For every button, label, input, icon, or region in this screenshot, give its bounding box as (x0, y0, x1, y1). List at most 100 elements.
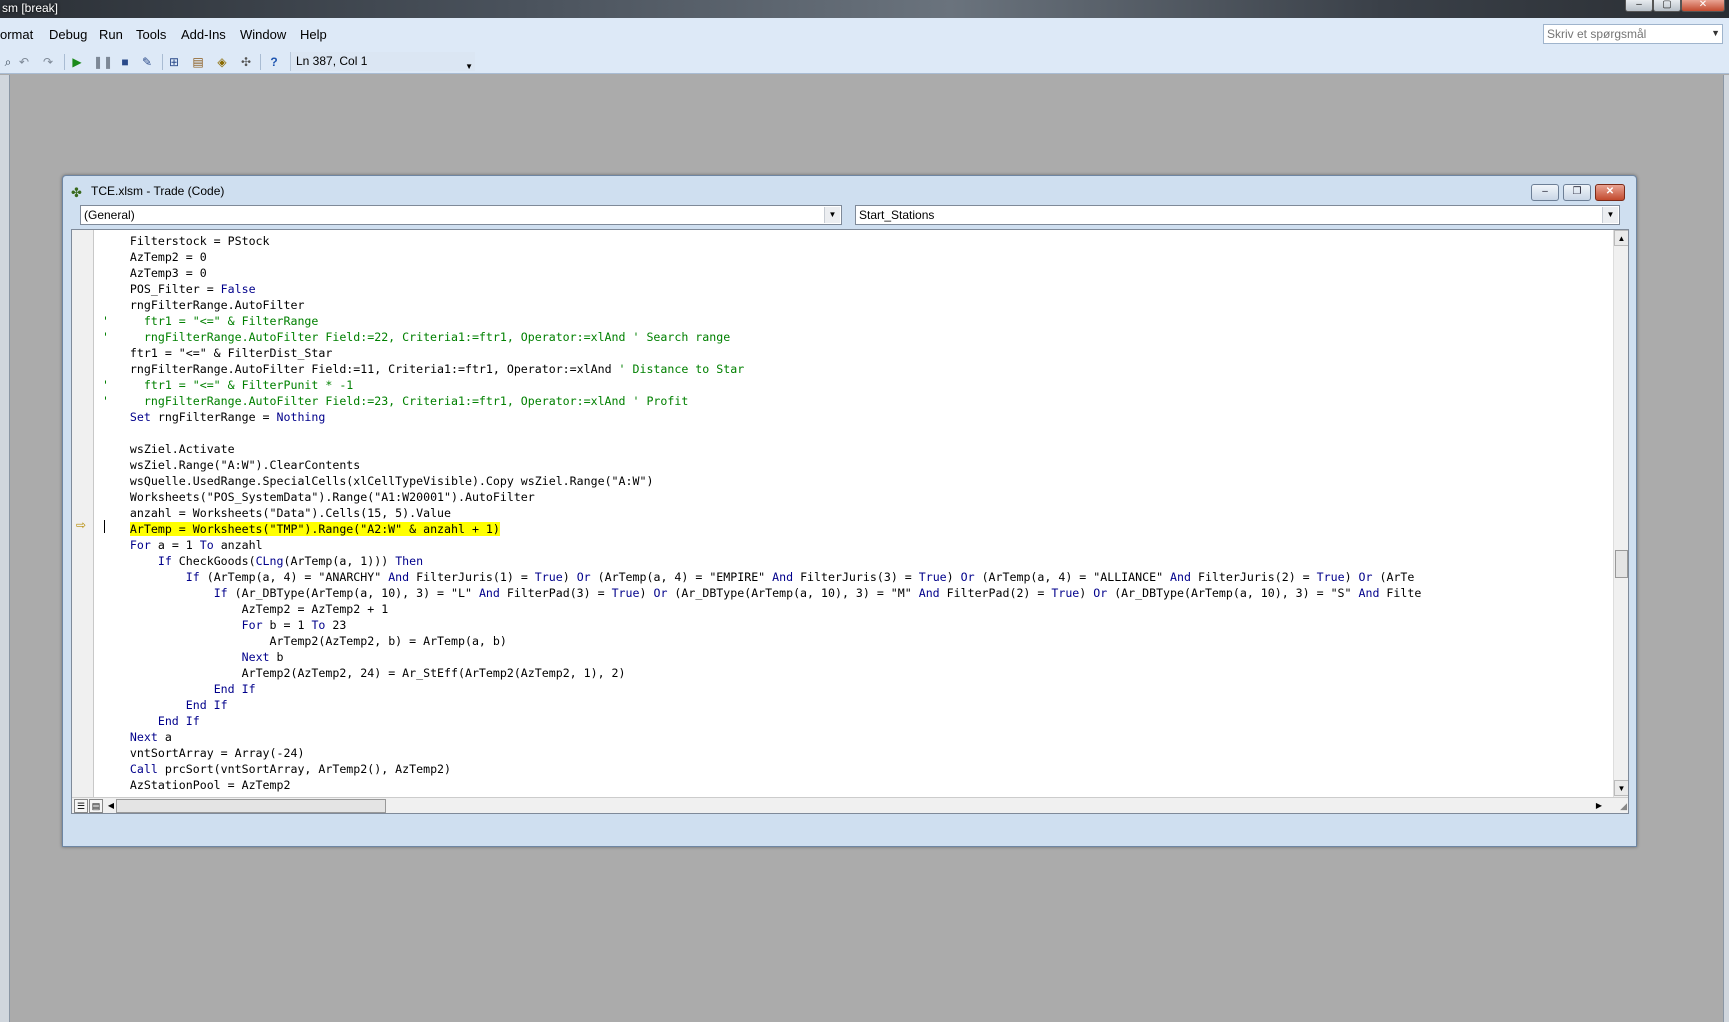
code-line[interactable]: End If (102, 681, 256, 697)
object-browser-icon[interactable]: ◈ (214, 54, 230, 70)
full-module-view-icon[interactable]: ▤ (89, 799, 103, 813)
code-line[interactable]: rngFilterRange.AutoFilter (102, 297, 305, 313)
code-line[interactable]: AzStationPool = AzTemp2 (102, 777, 291, 793)
vertical-scroll-thumb[interactable] (1615, 550, 1628, 578)
toolbox-icon[interactable]: ✣ (238, 54, 254, 70)
code-line[interactable]: ' ftr1 = "<=" & FilterPunit * -1 (102, 377, 353, 393)
help-icon[interactable]: ? (266, 54, 282, 70)
code-line[interactable]: rngFilterRange.AutoFilter Field:=11, Cri… (102, 361, 744, 377)
menu-tools[interactable]: Tools (136, 27, 166, 42)
break-icon[interactable]: ❚❚ (93, 54, 113, 70)
code-line[interactable]: ' rngFilterRange.AutoFilter Field:=23, C… (102, 393, 688, 409)
code-line[interactable]: If (Ar_DBType(ArTemp(a, 10), 3) = "L" An… (102, 585, 1422, 601)
code-line[interactable]: Next a (102, 729, 172, 745)
app-minimize-button[interactable]: – (1625, 0, 1653, 12)
code-window: ✤ TCE.xlsm - Trade (Code) – ❐ ✕ (General… (62, 175, 1637, 847)
code-comment: ' ftr1 = "<=" & FilterRange (102, 314, 319, 328)
code-line[interactable]: For a = 1 To anzahl (102, 537, 263, 553)
scroll-up-icon[interactable]: ▲ (1614, 230, 1628, 246)
code-line[interactable]: POS_Filter = False (102, 281, 256, 297)
scroll-down-icon[interactable]: ▼ (1614, 780, 1628, 796)
menu-format[interactable]: ormat (0, 27, 33, 42)
code-keyword: False (220, 282, 256, 296)
code-comment: ' rngFilterRange.AutoFilter Field:=23, C… (102, 394, 689, 408)
code-line[interactable]: If (ArTemp(a, 4) = "ANARCHY" And FilterJ… (102, 569, 1415, 585)
app-close-button[interactable]: ✕ (1681, 0, 1725, 12)
code-line[interactable]: Worksheets("POS_SystemData").Range("A1:W… (102, 489, 535, 505)
code-token: AzTemp2 = 0 (129, 250, 207, 264)
chevron-down-icon[interactable]: ▼ (1602, 207, 1618, 223)
code-line[interactable]: wsZiel.Range("A:W").ClearContents (102, 457, 360, 473)
code-line[interactable]: End If (102, 697, 228, 713)
menu-add-ins[interactable]: Add-Ins (181, 27, 226, 42)
menu-window[interactable]: Window (240, 27, 286, 42)
code-line[interactable]: End If (102, 713, 200, 729)
menu-run[interactable]: Run (99, 27, 123, 42)
menu-help[interactable]: Help (300, 27, 327, 42)
code-line[interactable]: Next b (102, 649, 284, 665)
toolbar-options-icon[interactable]: ▼ (465, 57, 473, 76)
code-token: a (157, 730, 172, 744)
code-editor[interactable]: ⇨ Filterstock = PStock AzTemp2 = 0 AzTem… (71, 229, 1629, 814)
code-line[interactable]: wsQuelle.UsedRange.SpecialCells(xlCellTy… (102, 473, 654, 489)
code-line[interactable]: Set rngFilterRange = Nothing (102, 409, 325, 425)
code-margin-indicator-bar[interactable] (72, 230, 94, 797)
procedure-combo-value: Start_Stations (859, 208, 935, 222)
object-combo[interactable]: (General) ▼ (80, 205, 842, 225)
app-maximize-button[interactable]: ▢ (1653, 0, 1681, 12)
code-line[interactable]: Call prcSort(vntSortArray, ArTemp2(), Az… (102, 761, 451, 777)
menu-debug[interactable]: Debug (49, 27, 87, 42)
code-line[interactable]: AzTemp2 = AzTemp2 + 1 (102, 601, 389, 617)
code-line[interactable]: If CheckGoods(CLng(ArTemp(a, 1))) Then (102, 553, 423, 569)
code-line[interactable]: ' rngFilterRange.AutoFilter Field:=22, C… (102, 329, 730, 345)
code-line[interactable]: ArTemp2(AzTemp2, b) = ArTemp(a, b) (102, 633, 507, 649)
code-window-minimize-button[interactable]: – (1531, 184, 1559, 201)
code-text[interactable]: Filterstock = PStock AzTemp2 = 0 AzTemp3… (102, 233, 1602, 793)
find-icon[interactable]: ⌕ (0, 54, 16, 70)
chevron-down-icon[interactable]: ▼ (824, 207, 840, 223)
code-line[interactable]: ' ftr1 = "<=" & FilterRange (102, 313, 318, 329)
code-line[interactable]: ArTemp = Worksheets("TMP").Range("A2:W" … (102, 521, 500, 537)
procedure-view-icon[interactable]: ☰ (74, 799, 88, 813)
run-icon[interactable]: ▶ (69, 54, 85, 70)
vertical-scrollbar[interactable]: ▲ ▼ (1613, 230, 1628, 797)
code-token: prcSort(vntSortArray, ArTemp2(), AzTemp2… (157, 762, 452, 776)
menu-bar: ormat Debug Run Tools Add-Ins Window Hel… (0, 18, 1729, 50)
code-token: (ArTemp(a, 4) = "ALLIANCE" (974, 570, 1171, 584)
code-window-close-button[interactable]: ✕ (1595, 184, 1625, 201)
procedure-combo[interactable]: Start_Stations ▼ (855, 205, 1620, 225)
code-line[interactable]: Filterstock = PStock (102, 233, 270, 249)
code-line[interactable]: wsZiel.Activate (102, 441, 235, 457)
code-window-title: TCE.xlsm - Trade (Code) (91, 184, 225, 198)
code-keyword: Or (960, 570, 975, 584)
code-keyword: For (129, 538, 151, 552)
code-line[interactable]: AzTemp2 = 0 (102, 249, 207, 265)
left-dock-strip (0, 75, 10, 1022)
code-token: wsZiel.Range("A:W").ClearContents (129, 458, 361, 472)
reset-icon[interactable]: ■ (117, 54, 133, 70)
properties-window-icon[interactable]: ▤ (190, 54, 206, 70)
code-line[interactable]: vntSortArray = Array(-24) (102, 745, 305, 761)
toolbar-separator (260, 54, 261, 70)
help-search-input[interactable] (1544, 25, 1704, 43)
resize-grip-icon[interactable]: ◢ (1620, 801, 1627, 812)
code-line[interactable]: For b = 1 To 23 (102, 617, 347, 633)
code-line[interactable]: anzahl = Worksheets("Data").Cells(15, 5)… (102, 505, 451, 521)
redo-icon[interactable]: ↷ (40, 54, 56, 70)
code-token: ) (562, 570, 577, 584)
code-line[interactable]: ftr1 = "<=" & FilterDist_Star (102, 345, 332, 361)
code-token: AzTemp2 = AzTemp2 + 1 (241, 602, 389, 616)
code-line[interactable]: ArTemp2(AzTemp2, 24) = Ar_StEff(ArTemp2(… (102, 665, 626, 681)
code-line[interactable]: AzTemp3 = 0 (102, 265, 207, 281)
chevron-down-icon[interactable]: ▼ (1711, 28, 1720, 38)
undo-icon[interactable]: ↶ (16, 54, 32, 70)
design-mode-icon[interactable]: ✎ (139, 54, 155, 70)
scroll-right-icon[interactable]: ▶ (1592, 799, 1606, 813)
project-explorer-icon[interactable]: ⊞ (166, 54, 182, 70)
help-search-box[interactable]: ▼ (1543, 24, 1723, 44)
horizontal-scroll-thumb[interactable] (116, 799, 386, 813)
code-window-restore-button[interactable]: ❐ (1563, 184, 1591, 201)
